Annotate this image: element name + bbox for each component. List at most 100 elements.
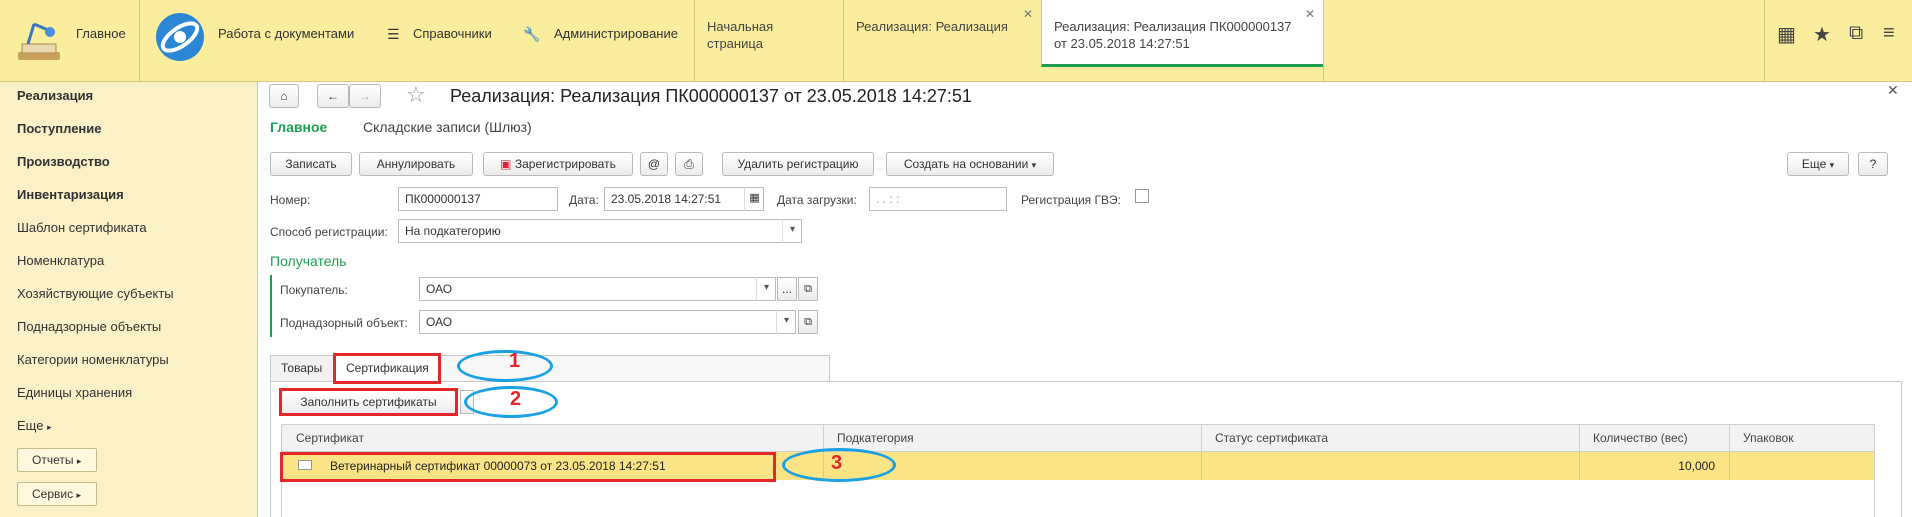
sidebar-item-supervised-objects[interactable]: Поднадзорные объекты [17, 319, 161, 334]
registration-method-select[interactable]: На подкатегорию [398, 219, 802, 243]
register-button[interactable]: ▣ Зарегистрировать [483, 152, 633, 176]
wrench-icon: 🔧 [523, 26, 541, 42]
home-section[interactable]: Главное [0, 0, 140, 81]
column-subcategory[interactable]: Подкатегория [837, 431, 914, 445]
buyer-field[interactable]: ОАО [419, 277, 776, 301]
sidebar-item-nomenclature[interactable]: Номенклатура [17, 253, 104, 268]
number-field[interactable]: ПК000000137 [398, 187, 558, 211]
gve-registration-label: Регистрация ГВЭ: [1021, 193, 1121, 207]
document-form: ⌂ ← → ☆ Реализация: Реализация ПК0000001… [259, 82, 1912, 517]
sections-bar: Работа с документами ☰ Справочники 🔧 Адм… [141, 0, 694, 81]
close-form-icon[interactable]: ✕ [1887, 82, 1899, 99]
more-button[interactable]: Еще ▾ [1787, 152, 1849, 176]
dropdown-arrow-icon[interactable]: ▾ [776, 310, 796, 334]
load-date-label: Дата загрузки: [777, 193, 857, 207]
menu-icon[interactable]: ≡ [1883, 22, 1895, 45]
dropdown-arrow-icon[interactable]: ▾ [782, 219, 802, 243]
delete-registration-button[interactable]: Удалить регистрацию [722, 152, 874, 176]
sidebar-item-cert-template[interactable]: Шаблон сертификата [17, 220, 147, 235]
annul-button[interactable]: Аннулировать [359, 152, 473, 176]
section-documents[interactable]: Работа с документами [218, 26, 354, 41]
sidebar-item-business-entities[interactable]: Хозяйствующие субъекты [17, 286, 174, 301]
buyer-label: Покупатель: [280, 283, 348, 297]
create-based-label: Создать на основании [903, 157, 1029, 171]
desk-lamp-icon [18, 22, 60, 60]
sidebar-item-receipt[interactable]: Поступление [17, 121, 102, 136]
gve-registration-checkbox[interactable] [1135, 189, 1149, 203]
help-button[interactable]: ? [1858, 152, 1888, 176]
caret-down-icon: ▾ [1031, 160, 1037, 170]
open-link-icon[interactable]: ⧉ [798, 310, 818, 334]
annotation-number-3: 3 [831, 452, 843, 474]
column-quantity[interactable]: Количество (вес) [1593, 431, 1688, 445]
service-button[interactable]: Сервис ▸ [17, 482, 97, 506]
reports-button[interactable]: Отчеты ▸ [17, 448, 97, 472]
annotation-number-2: 2 [510, 388, 522, 410]
list-icon: ☰ [387, 26, 400, 42]
create-based-on-button[interactable]: Создать на основании ▾ [886, 152, 1054, 176]
caret-right-icon: ▸ [76, 456, 82, 466]
tab-label-line1: Реализация: Реализация ПК000000137 [1054, 19, 1292, 34]
link-warehouse-records[interactable]: Складские записи (Шлюз) [363, 119, 532, 135]
supervised-object-field[interactable]: ОАО [419, 310, 796, 334]
tab-start-page[interactable]: Начальная страница [694, 0, 843, 82]
page-title: Реализация: Реализация ПК000000137 от 23… [450, 86, 972, 106]
annotation-box-3 [280, 452, 776, 482]
calendar-icon[interactable]: ▦ [744, 187, 764, 211]
column-cert-status[interactable]: Статус сертификата [1215, 431, 1328, 445]
sidebar-item-more[interactable]: Еще ▸ [17, 418, 52, 433]
column-packages[interactable]: Упаковок [1743, 431, 1793, 445]
close-icon[interactable]: ✕ [1023, 6, 1033, 23]
load-date-field[interactable]: . . : : [869, 187, 1007, 211]
section-references[interactable]: Справочники [413, 26, 492, 41]
tab-label: Реализация: Реализация [856, 19, 1008, 34]
star-icon[interactable]: ★ [1813, 22, 1831, 47]
email-button[interactable]: @ [640, 152, 668, 176]
certificates-table-header: Сертификат Подкатегория Статус сертифика… [281, 424, 1875, 452]
print-button[interactable]: ⎙ [675, 152, 703, 176]
recipient-group-line [270, 275, 272, 337]
column-certificate[interactable]: Сертификат [296, 431, 364, 445]
buyer-value: ОАО [426, 282, 453, 296]
home-button[interactable]: ⌂ [269, 84, 299, 108]
close-icon[interactable]: ✕ [1305, 6, 1315, 23]
top-right-tools: ▦ ★ ⧉ ≡ [1764, 0, 1912, 82]
apps-grid-icon[interactable]: ▦ [1777, 22, 1796, 47]
section-admin[interactable]: Администрирование [554, 26, 678, 41]
sidebar: Реализация Поступление Производство Инве… [0, 82, 258, 517]
forward-button[interactable]: → [349, 84, 381, 108]
sidebar-item-nomenclature-categories[interactable]: Категории номенклатуры [17, 352, 169, 367]
date-field[interactable]: 23.05.2018 14:27:51 [604, 187, 764, 211]
save-button[interactable]: Записать [270, 152, 352, 176]
home-icon: ⌂ [280, 89, 288, 103]
sidebar-item-storage-units[interactable]: Единицы хранения [17, 385, 132, 400]
sidebar-item-production[interactable]: Производство [17, 154, 110, 169]
printer-icon: ⎙ [684, 157, 694, 171]
caret-down-icon: ▾ [1829, 160, 1835, 170]
registration-method-label: Способ регистрации: [270, 225, 388, 239]
table-empty-area [281, 480, 1875, 517]
open-link-icon[interactable]: ⧉ [798, 277, 818, 301]
caret-right-icon: ▸ [47, 422, 52, 432]
tabs-empty-area [1323, 0, 1764, 82]
reports-label: Отчеты [32, 453, 74, 467]
back-button[interactable]: ← [317, 84, 349, 108]
favorite-star-icon[interactable]: ☆ [406, 82, 426, 108]
buyer-select-button[interactable]: ... [777, 277, 797, 301]
history-icon[interactable]: ⧉ [1849, 22, 1863, 45]
tab-realization-list[interactable]: Реализация: Реализация ✕ [843, 0, 1041, 82]
dropdown-arrow-icon[interactable]: ▾ [756, 277, 776, 301]
cell-quantity[interactable]: 10,000 [1593, 459, 1715, 473]
tab-goods[interactable]: Товары [270, 355, 334, 381]
annotation-box-1 [333, 353, 441, 384]
link-main[interactable]: Главное [270, 119, 327, 135]
annotation-ellipse-1 [457, 350, 553, 382]
date-value: 23.05.2018 14:27:51 [611, 192, 722, 206]
orbit-logo-icon [156, 13, 204, 61]
annotation-number-1: 1 [509, 350, 521, 372]
tab-realization-doc[interactable]: Реализация: Реализация ПК000000137 от 23… [1041, 0, 1323, 67]
sidebar-item-inventory[interactable]: Инвентаризация [17, 187, 124, 202]
sidebar-item-realization[interactable]: Реализация [17, 88, 93, 103]
arrow-left-icon: ← [327, 89, 339, 103]
more-label: Еще [17, 418, 44, 433]
